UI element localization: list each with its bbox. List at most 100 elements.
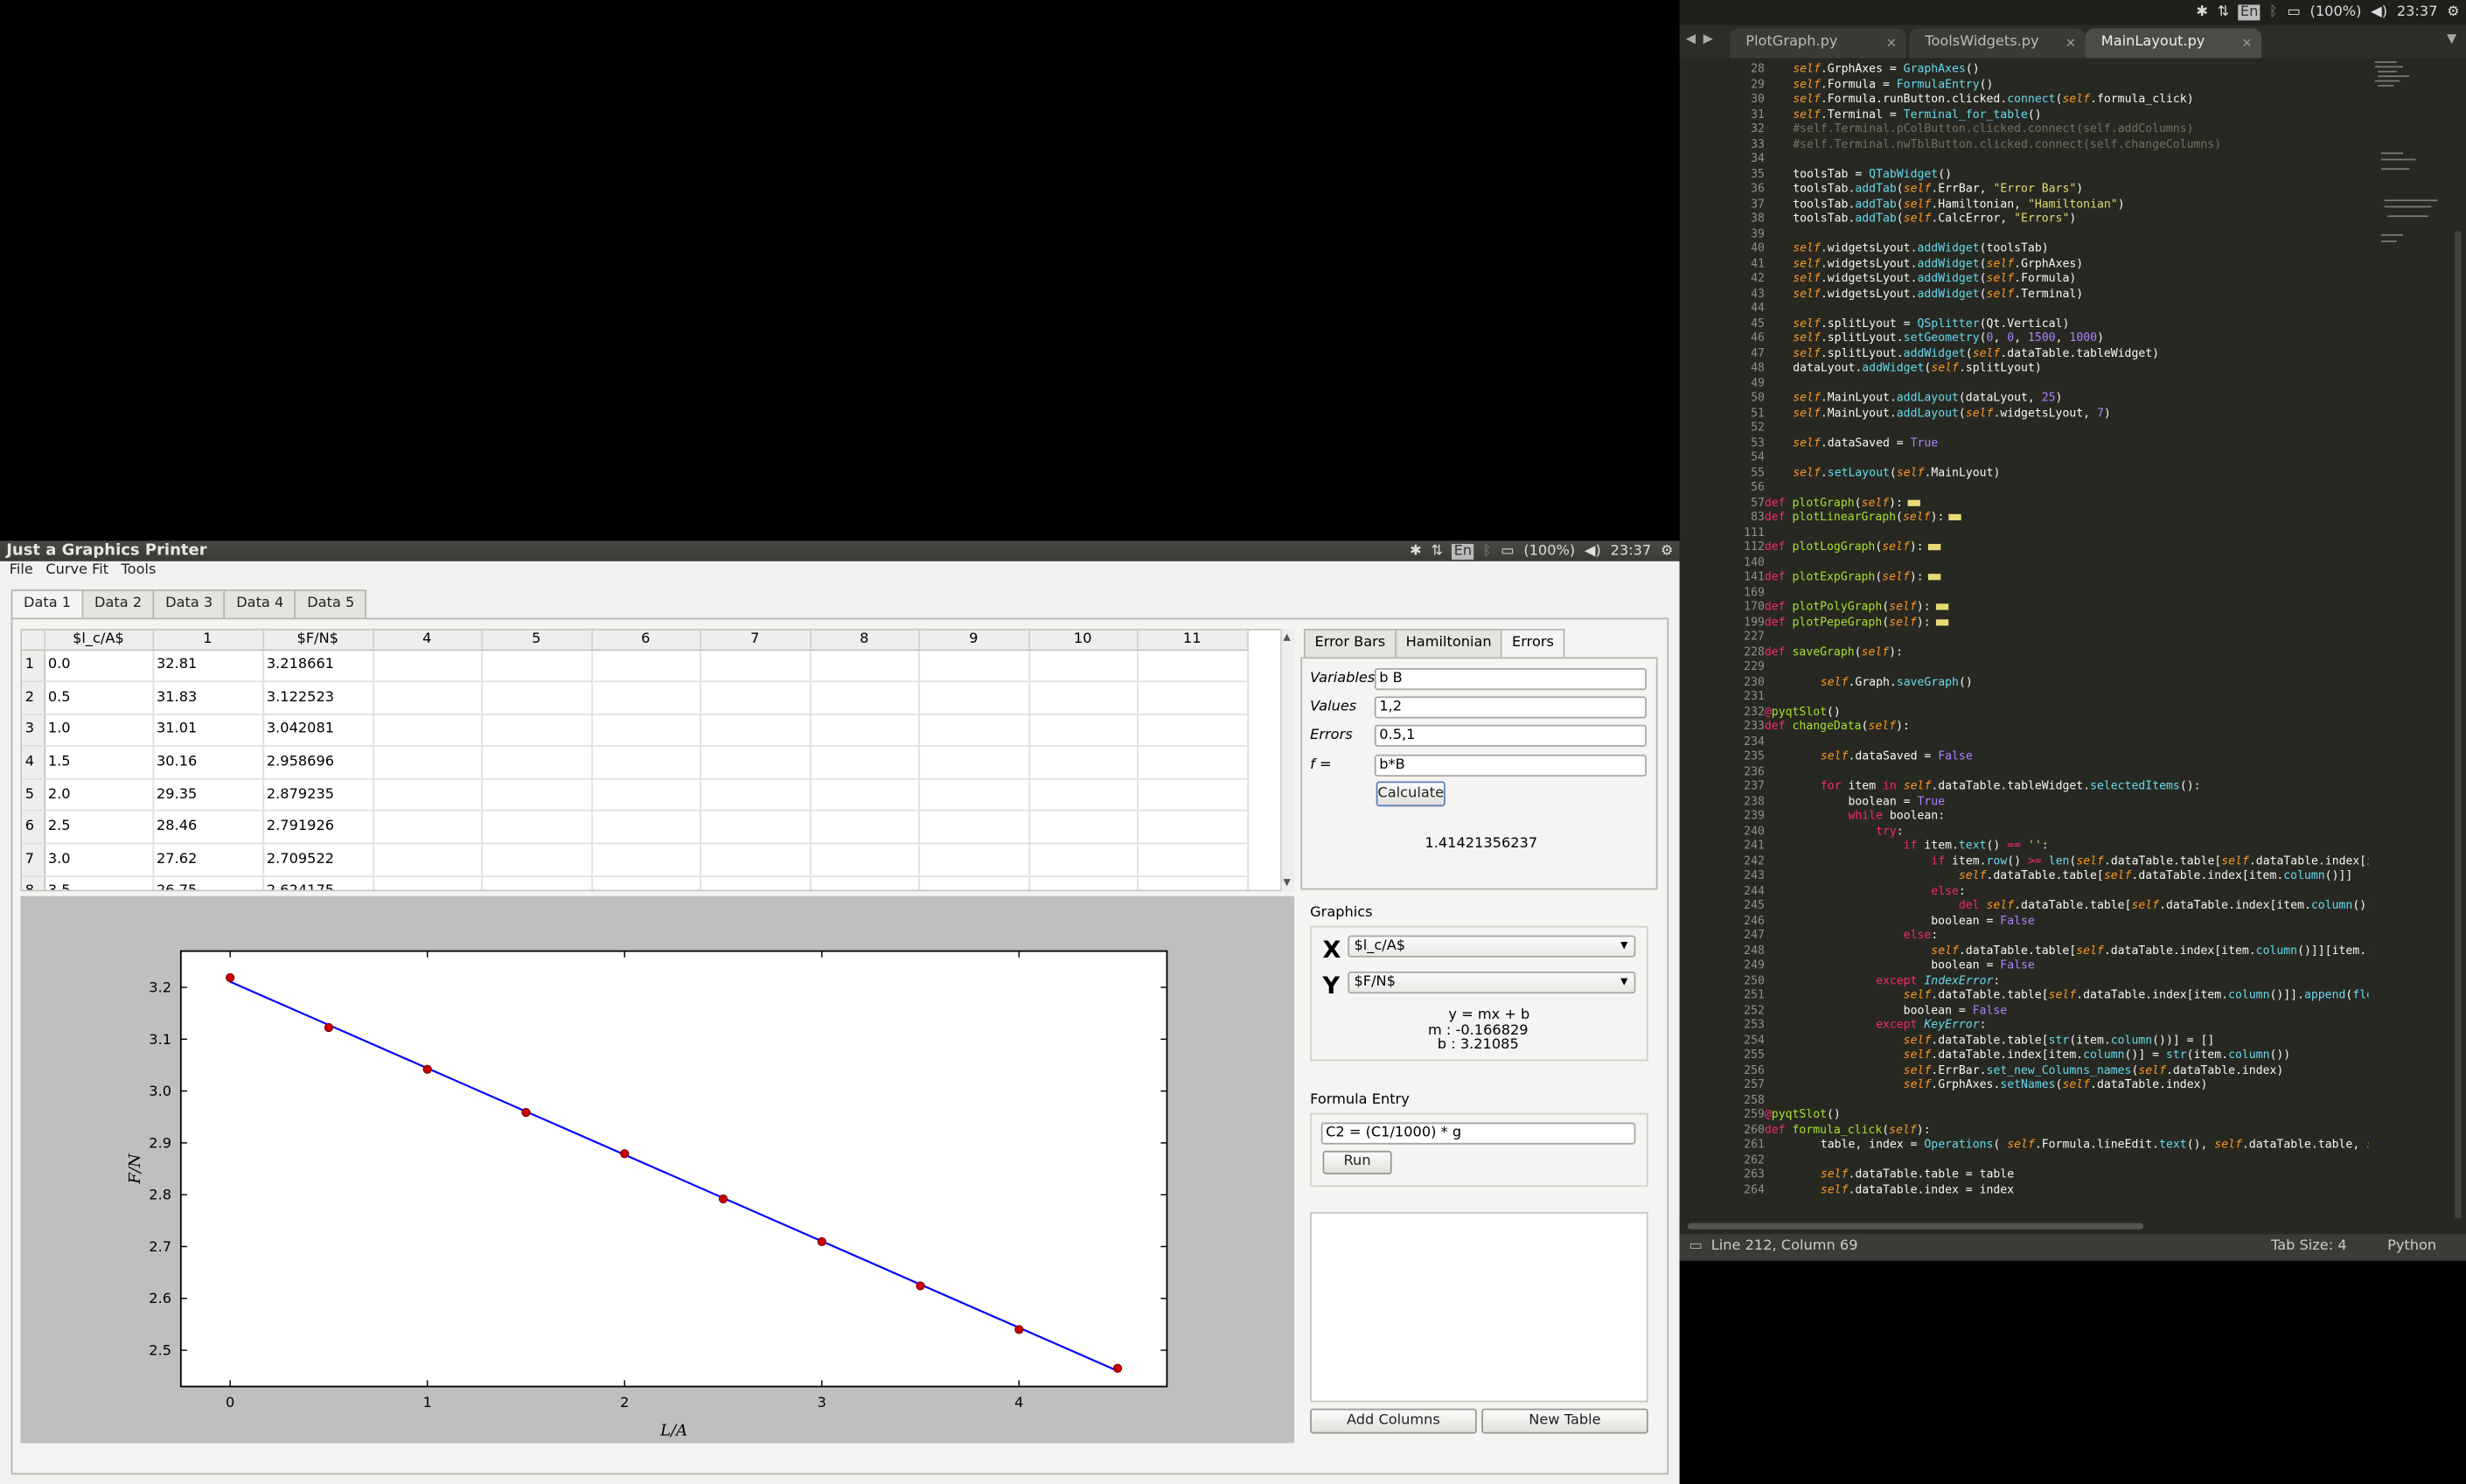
folded-code-marker[interactable] <box>1907 498 1920 505</box>
table-cell[interactable] <box>373 778 483 812</box>
editor-scrollbar[interactable] <box>2450 58 2466 1222</box>
table-cell[interactable] <box>1137 778 1249 812</box>
row-header[interactable]: 2 <box>22 681 45 715</box>
table-cell[interactable] <box>918 843 1030 877</box>
table-cell[interactable] <box>1137 714 1249 748</box>
table-cell[interactable] <box>1137 746 1249 780</box>
table-cell[interactable] <box>1028 778 1139 812</box>
table-cell[interactable]: 1.0 <box>44 714 154 748</box>
table-cell[interactable] <box>700 843 812 877</box>
table-cell[interactable] <box>591 778 701 812</box>
folded-code-marker[interactable] <box>1948 513 1962 521</box>
table-cell[interactable]: 28.46 <box>152 811 264 845</box>
table-cell[interactable] <box>373 875 483 890</box>
battery-icon[interactable]: ▭ <box>2287 4 2300 20</box>
table-cell[interactable]: 2.791926 <box>262 811 374 845</box>
table-cell[interactable]: 1.5 <box>44 746 154 780</box>
table-cell[interactable] <box>918 811 1030 845</box>
dropbox-icon[interactable]: ✱ <box>2196 4 2208 20</box>
table-cell[interactable] <box>591 746 701 780</box>
close-icon[interactable]: ✕ <box>2065 28 2076 58</box>
keyboard-layout-icon[interactable]: En <box>2239 4 2260 21</box>
table-cell[interactable] <box>591 714 701 748</box>
tab-left-arrow-icon[interactable]: ◀ <box>1686 31 1696 45</box>
column-header[interactable]: 7 <box>700 630 812 651</box>
table-cell[interactable]: 31.01 <box>152 714 264 748</box>
table-cell[interactable]: 2.5 <box>44 811 154 845</box>
tab-data-4[interactable]: Data 4 <box>223 589 296 618</box>
folded-code-marker[interactable] <box>1935 618 1948 625</box>
close-icon[interactable]: ✕ <box>1886 28 1897 58</box>
column-header[interactable]: 8 <box>810 630 920 651</box>
network-icon[interactable]: ⇅ <box>1431 543 1443 559</box>
table-cell[interactable] <box>481 649 593 683</box>
column-header[interactable]: 9 <box>918 630 1030 651</box>
table-cell[interactable] <box>481 681 593 715</box>
tab-mainlayout[interactable]: MainLayout.py ✕ <box>2085 28 2262 59</box>
tab-right-arrow-icon[interactable]: ▶ <box>1703 31 1713 45</box>
calculate-button[interactable]: Calculate <box>1376 781 1445 807</box>
keyboard-layout-icon[interactable]: En <box>1452 543 1473 560</box>
table-cell[interactable] <box>1137 649 1249 683</box>
folded-code-marker[interactable] <box>1928 574 1941 581</box>
table-cell[interactable] <box>373 811 483 845</box>
table-cell[interactable] <box>918 875 1030 890</box>
table-cell[interactable]: 2.0 <box>44 778 154 812</box>
volume-icon[interactable]: ◀) <box>1585 543 1601 559</box>
table-cell[interactable] <box>810 875 920 890</box>
battery-icon[interactable]: ▭ <box>1501 543 1514 559</box>
editor-horizontal-scrollbar[interactable] <box>1679 1218 2466 1235</box>
x-column-select[interactable]: $l_c/A$ ▼ <box>1348 935 1636 958</box>
table-cell[interactable] <box>700 714 812 748</box>
run-button[interactable]: Run <box>1322 1150 1392 1174</box>
menu-file[interactable]: File <box>10 561 33 581</box>
row-header[interactable]: 8 <box>22 875 45 890</box>
scroll-down-icon[interactable]: ▼ <box>1284 877 1291 888</box>
table-cell[interactable] <box>918 681 1030 715</box>
table-cell[interactable] <box>373 746 483 780</box>
row-header[interactable]: 3 <box>22 714 45 748</box>
tab-plotgraph[interactable]: PlotGraph.py ✕ <box>1730 28 1906 59</box>
table-cell[interactable] <box>810 649 920 683</box>
table-cell[interactable] <box>1028 875 1139 890</box>
tab-data-3[interactable]: Data 3 <box>152 589 226 618</box>
table-cell[interactable] <box>1137 681 1249 715</box>
bluetooth-icon[interactable]: ᛒ <box>1483 543 1492 559</box>
tab-hamiltonian[interactable]: Hamiltonian <box>1395 629 1503 658</box>
tab-error-bars[interactable]: Error Bars <box>1303 629 1397 658</box>
column-header[interactable]: 5 <box>481 630 593 651</box>
row-header[interactable]: 4 <box>22 746 45 780</box>
tab-list-icon[interactable]: ▼ <box>2447 31 2456 45</box>
table-cell[interactable]: 3.042081 <box>262 714 374 748</box>
volume-icon[interactable]: ◀) <box>2371 4 2387 20</box>
y-column-select[interactable]: $F/N$ ▼ <box>1348 971 1636 994</box>
table-cell[interactable] <box>481 875 593 890</box>
network-icon[interactable]: ⇅ <box>2218 4 2230 20</box>
minimap[interactable] <box>2368 58 2451 1219</box>
table-cell[interactable] <box>700 681 812 715</box>
row-header[interactable]: 5 <box>22 778 45 812</box>
table-cell[interactable] <box>700 875 812 890</box>
table-cell[interactable] <box>810 778 920 812</box>
table-cell[interactable] <box>1028 746 1139 780</box>
table-cell[interactable] <box>481 714 593 748</box>
bluetooth-icon[interactable]: ᛒ <box>2269 4 2278 20</box>
errors-input[interactable] <box>1374 724 1647 747</box>
folded-code-marker[interactable] <box>1928 543 1941 551</box>
tab-data-2[interactable]: Data 2 <box>81 589 155 618</box>
syntax-language[interactable]: Python <box>2387 1234 2436 1261</box>
corner-cell[interactable] <box>22 630 45 651</box>
variables-input[interactable] <box>1374 668 1647 691</box>
table-cell[interactable]: 30.16 <box>152 746 264 780</box>
table-cell[interactable]: 3.218661 <box>262 649 374 683</box>
code-area[interactable]: 28 self.GrphAxes = GraphAxes() 29 self.Form… <box>1727 59 2368 1219</box>
table-cell[interactable]: 32.81 <box>152 649 264 683</box>
table-cell[interactable]: 29.35 <box>152 778 264 812</box>
table-cell[interactable]: 0.0 <box>44 649 154 683</box>
table-cell[interactable] <box>373 649 483 683</box>
table-cell[interactable]: 26.75 <box>152 875 264 890</box>
menu-curve-fit[interactable]: Curve Fit <box>45 561 108 581</box>
data-table[interactable]: $l_c/A$ 1 $F/N$ 4 5 6 7 8 9 10 11 1 0.0 32… <box>20 629 1295 892</box>
row-header[interactable]: 6 <box>22 811 45 845</box>
folded-code-marker[interactable] <box>1935 603 1948 610</box>
